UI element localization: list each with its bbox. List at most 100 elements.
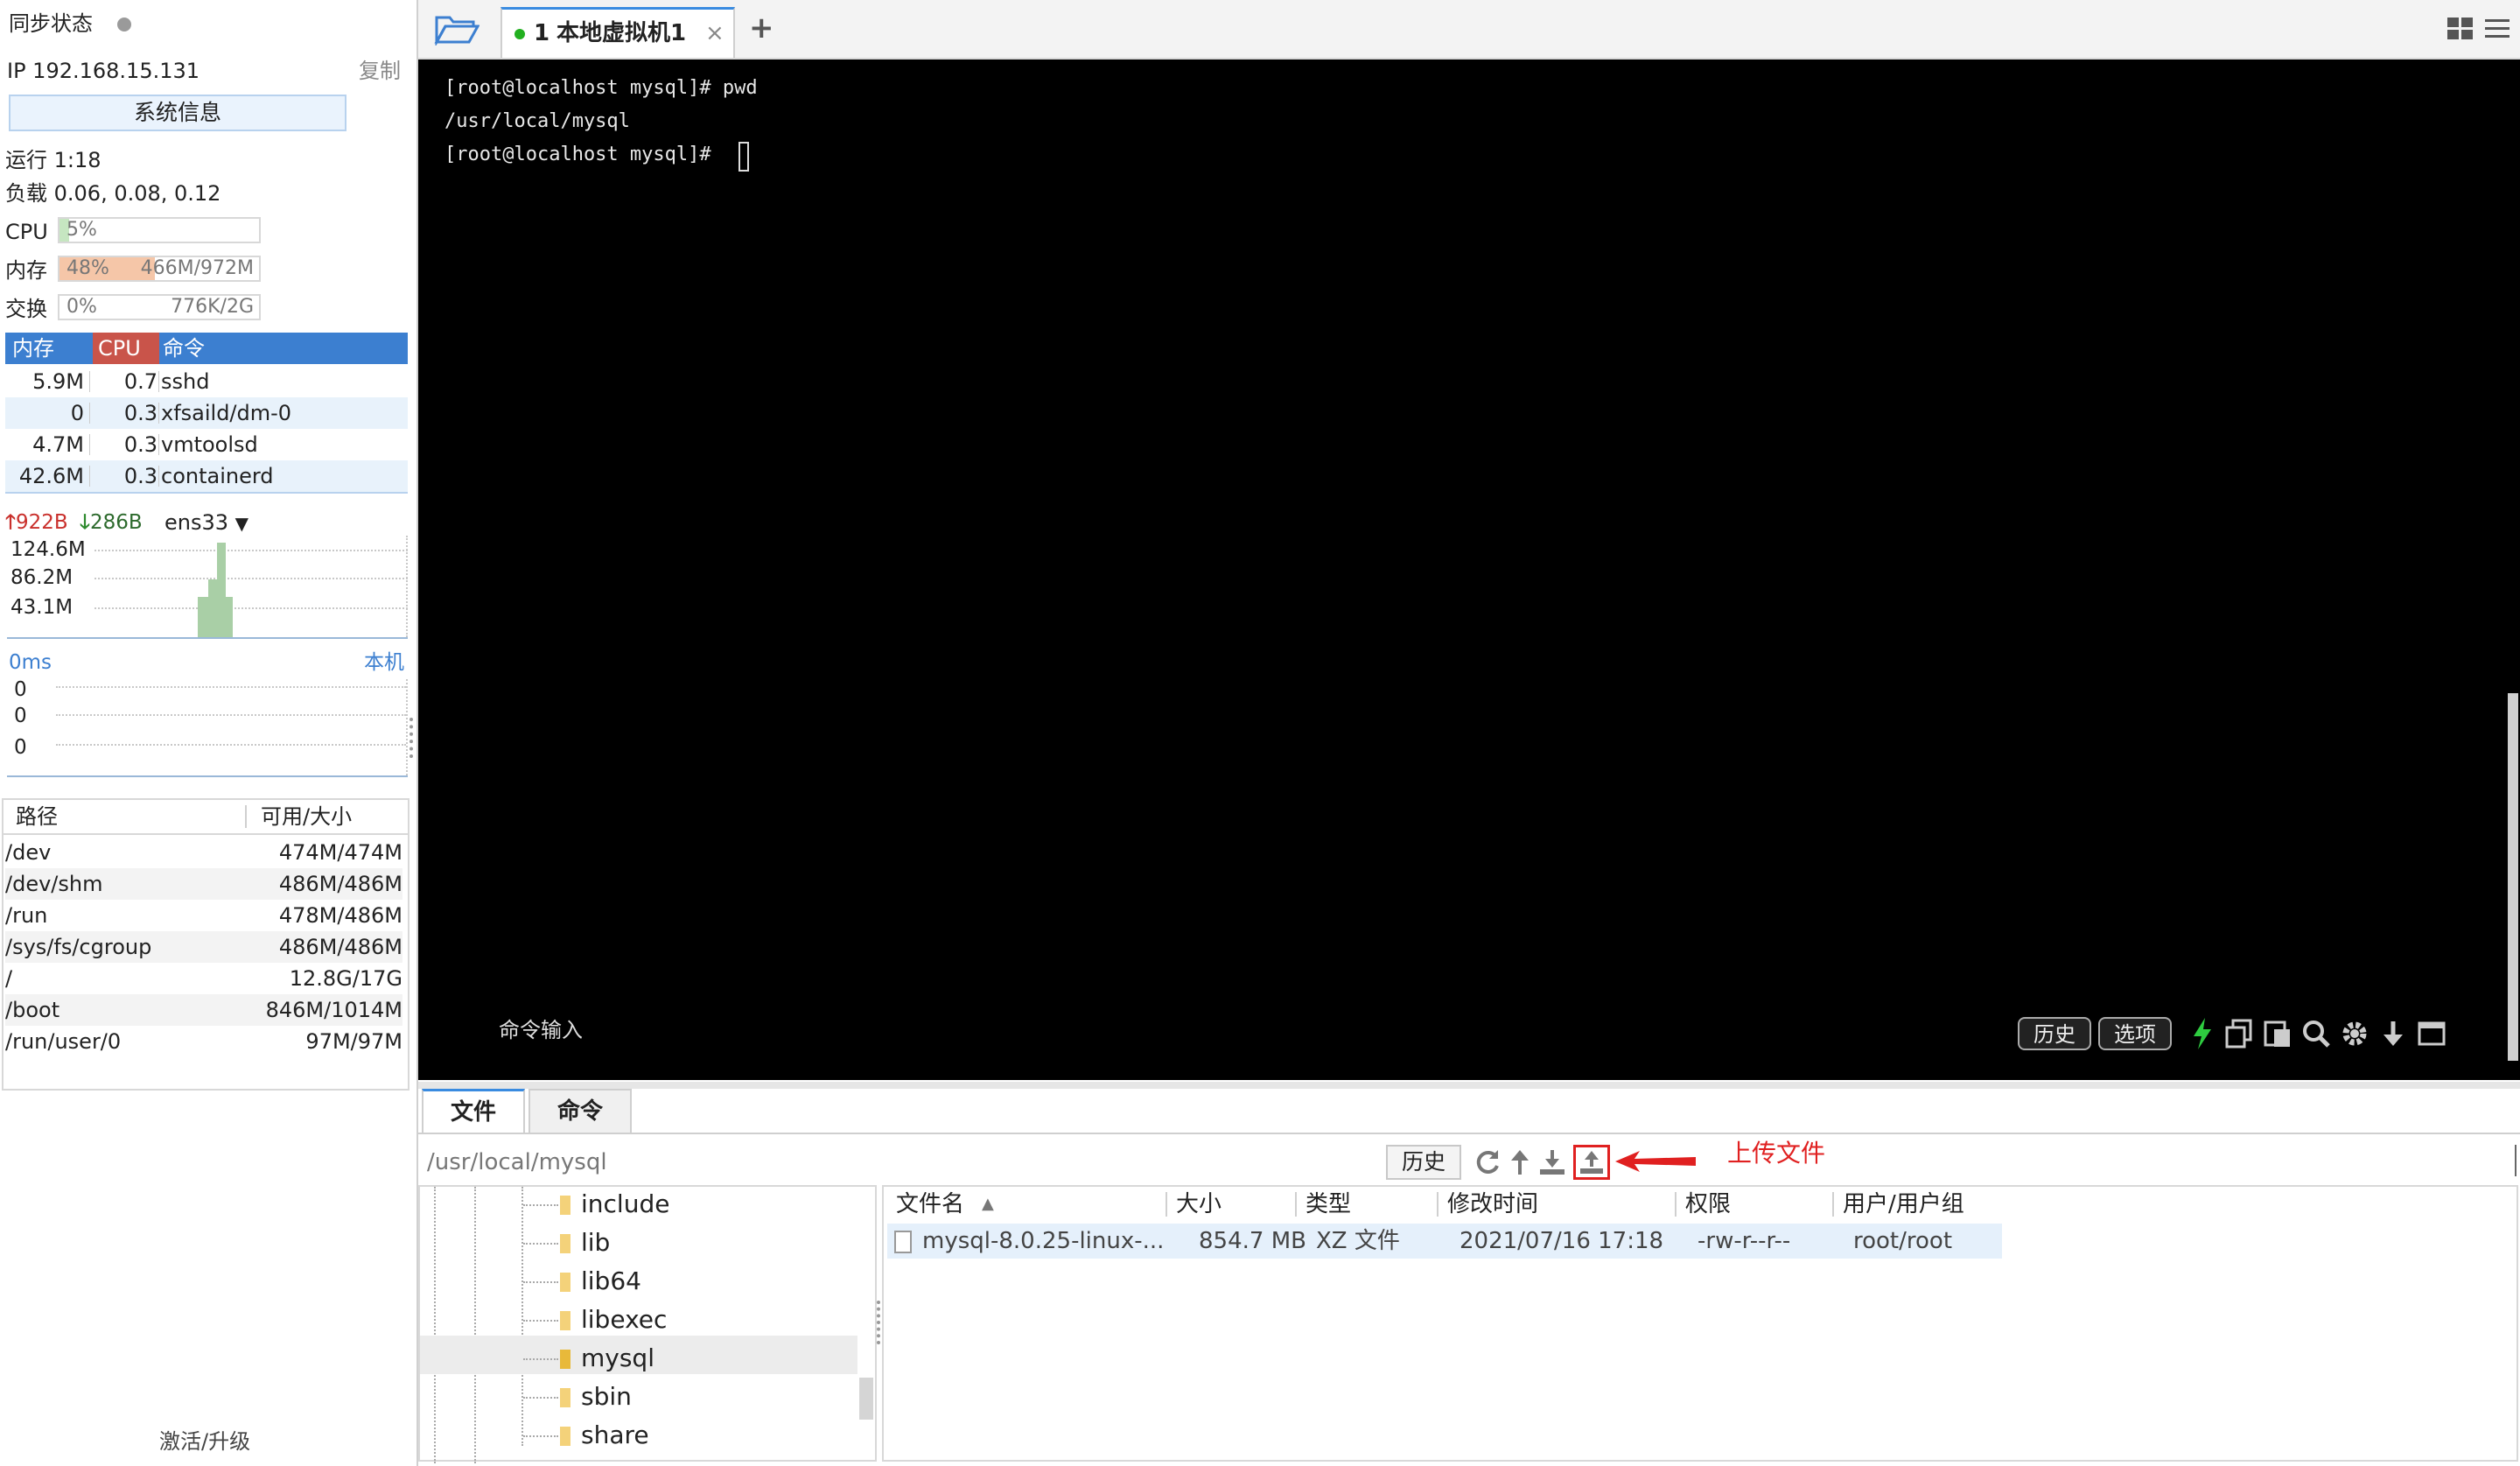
terminal[interactable]: [root@localhost mysql]# pwd /usr/local/m… [418, 60, 2520, 1080]
search-icon[interactable] [2301, 1019, 2331, 1049]
activate-upgrade-link[interactable]: 激活/升级 [159, 1428, 250, 1455]
network-graph-bar [226, 597, 233, 637]
fs-size: 474M/474M [278, 840, 402, 865]
swap-amount: 776K/2G [171, 296, 254, 318]
paste-icon[interactable] [2263, 1019, 2292, 1049]
copy-icon[interactable] [2224, 1019, 2254, 1049]
process-row[interactable]: 5.9M 0.7 sshd [5, 366, 408, 397]
fs-path: /dev/shm [5, 872, 103, 896]
close-icon[interactable]: × [705, 10, 724, 57]
column-header-name[interactable]: 文件名 [896, 1187, 964, 1222]
ping-graph: 0 0 0 [7, 678, 408, 777]
sidebar: 同步状态 IP 192.168.15.131 复制 系统信息 运行 1:18 负… [0, 0, 418, 1466]
file-type: XZ 文件 [1316, 1228, 1400, 1254]
process-header-mem[interactable]: 内存 [5, 333, 93, 364]
terminal-cursor [738, 142, 749, 172]
history-button[interactable]: 历史 [2018, 1017, 2091, 1050]
tree-folder-item[interactable]: lib64 [523, 1262, 641, 1301]
parent-directory-icon[interactable] [1508, 1148, 1531, 1176]
mem-label: 内存 [5, 258, 47, 283]
upload-file-button[interactable] [1573, 1145, 1610, 1180]
filesystem-row[interactable]: /boot 846M/1014M [5, 994, 402, 1026]
network-scale-label: 124.6M [10, 538, 86, 561]
process-row[interactable]: 42.6M 0.3 containerd [5, 460, 408, 492]
filesystem-row[interactable]: / 12.8G/17G [5, 963, 402, 994]
add-tab-button[interactable]: + [749, 9, 774, 47]
gear-icon[interactable] [2340, 1019, 2370, 1049]
tree-folder-item[interactable]: share [523, 1416, 649, 1455]
layout-grid-icon[interactable] [2446, 16, 2474, 42]
fs-size: 486M/486M [278, 935, 402, 959]
network-scale-label: 86.2M [10, 566, 74, 589]
tab-commands[interactable]: 命令 [528, 1089, 632, 1134]
process-row[interactable]: 4.7M 0.3 vmtoolsd [5, 429, 408, 460]
open-folder-icon[interactable] [434, 12, 480, 47]
file-list: 文件名 ▲ 大小 类型 修改时间 权限 用户/用户组 mysql-8.0.25-… [882, 1185, 2518, 1462]
terminal-scrollbar[interactable] [2508, 693, 2518, 1061]
lightning-icon[interactable] [2191, 1017, 2214, 1050]
ping-latency: 0ms [9, 651, 52, 674]
column-header-mtime[interactable]: 修改时间 [1447, 1187, 1538, 1222]
ping-target[interactable]: 本机 [364, 649, 404, 676]
filesystem-row[interactable]: /sys/fs/cgroup 486M/486M [5, 931, 402, 963]
folder-open-icon [560, 1350, 570, 1369]
process-mem: 5.9M [32, 369, 84, 394]
filesystem-row[interactable]: /run 478M/486M [5, 900, 402, 931]
options-button[interactable]: 选项 [2098, 1017, 2172, 1050]
download-file-icon[interactable] [1538, 1148, 1566, 1176]
network-download: 286B [89, 511, 143, 534]
path-history-button[interactable]: 历史 [1386, 1145, 1461, 1180]
fs-header-path[interactable]: 路径 [16, 800, 58, 833]
folder-icon [560, 1311, 570, 1330]
file-panel: 文件 命令 /usr/local/mysql 历史 上传文件 include l… [418, 1082, 2520, 1466]
network-interface-select[interactable]: ens33 ▼ [164, 509, 248, 537]
file-owner: root/root [1853, 1228, 1953, 1254]
process-cpu: 0.3 [123, 401, 158, 425]
file-icon [894, 1231, 912, 1253]
sync-status-label: 同步状态 [9, 11, 93, 36]
folder-icon [560, 1388, 570, 1407]
filesystem-row[interactable]: /run/user/0 97M/97M [5, 1026, 402, 1057]
tree-folder-item[interactable]: include [523, 1185, 669, 1224]
uptime: 运行 1:18 [5, 148, 102, 172]
folder-icon [560, 1427, 570, 1446]
mem-amount: 466M/972M [140, 257, 254, 279]
sidebar-resize-handle[interactable] [410, 718, 416, 758]
process-header-cmd[interactable]: 命令 [163, 333, 205, 364]
panel-splitter[interactable] [418, 1082, 2520, 1089]
copy-ip-link[interactable]: 复制 [359, 58, 401, 84]
session-tab-index: 1 [534, 20, 550, 46]
filesystem-row[interactable]: /dev 474M/474M [5, 837, 402, 868]
process-cpu: 0.7 [123, 369, 158, 394]
process-row[interactable]: 0 0.3 xfsaild/dm-0 [5, 397, 408, 429]
download-icon[interactable] [2378, 1019, 2408, 1049]
file-row[interactable]: mysql-8.0.25-linux-... 854.7 MB XZ 文件 20… [887, 1224, 2002, 1259]
upload-arrow-icon: 🡑 [5, 511, 16, 534]
chevron-down-icon: ▼ [234, 513, 249, 534]
cpu-bar: 5% [58, 217, 261, 243]
tree-folder-item-selected[interactable]: mysql [523, 1339, 654, 1378]
column-header-size[interactable]: 大小 [1176, 1187, 1222, 1222]
tab-files[interactable]: 文件 [422, 1089, 525, 1134]
download-arrow-icon: 🡓 [79, 511, 90, 534]
tree-folder-item[interactable]: lib [523, 1224, 610, 1262]
tree-folder-item[interactable]: libexec [523, 1301, 667, 1339]
fs-header-size[interactable]: 可用/大小 [261, 800, 352, 833]
session-tab[interactable]: 1 本地虚拟机1 × [500, 7, 735, 58]
menu-icon[interactable] [2483, 16, 2511, 42]
folder-name: sbin [581, 1382, 632, 1411]
filesystem-row[interactable]: /dev/shm 486M/486M [5, 868, 402, 900]
filesystem-header: 路径 可用/大小 [4, 800, 408, 835]
tree-folder-item[interactable]: sbin [523, 1378, 632, 1416]
command-input[interactable]: 命令输入 [499, 1017, 583, 1043]
column-header-permission[interactable]: 权限 [1685, 1187, 1731, 1222]
column-header-owner[interactable]: 用户/用户组 [1843, 1187, 1964, 1222]
remote-path-field[interactable]: /usr/local/mysql [427, 1147, 607, 1178]
maximize-icon[interactable] [2417, 1019, 2446, 1049]
tree-scrollbar[interactable] [859, 1378, 873, 1420]
network-interface: ens33 [164, 510, 229, 535]
process-header-cpu[interactable]: CPU [93, 333, 159, 364]
refresh-icon[interactable] [1474, 1148, 1502, 1176]
system-info-button[interactable]: 系统信息 [9, 95, 346, 131]
column-header-type[interactable]: 类型 [1306, 1187, 1351, 1222]
